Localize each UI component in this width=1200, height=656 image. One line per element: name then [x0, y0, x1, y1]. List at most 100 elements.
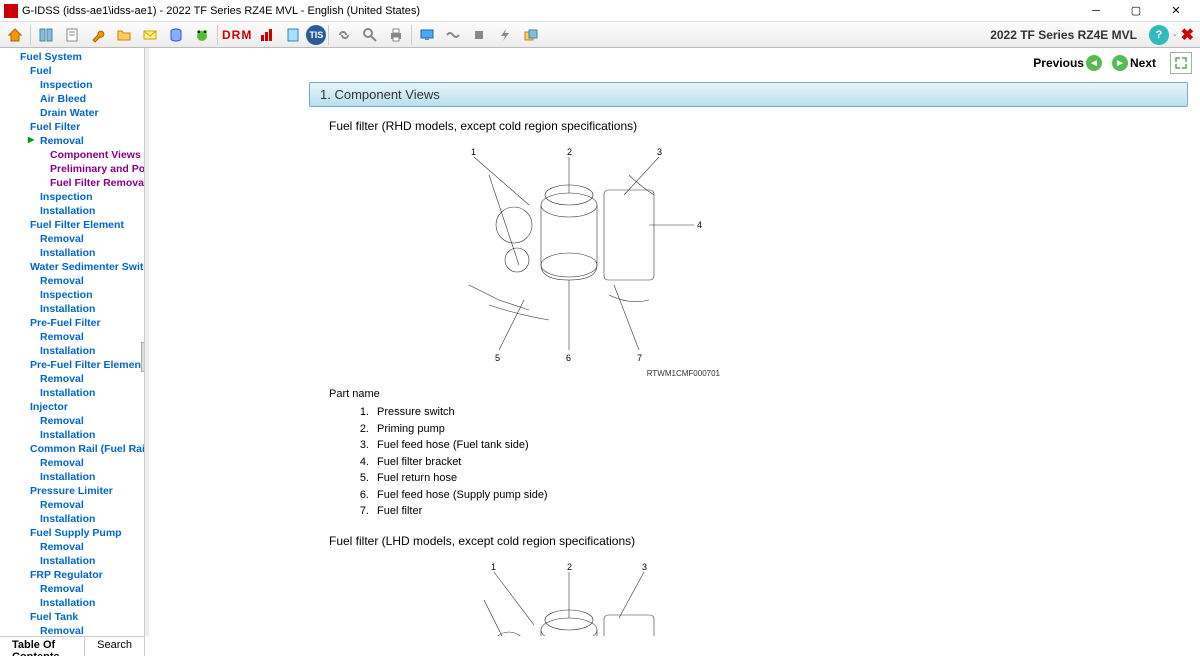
print-icon[interactable]: [384, 24, 408, 46]
doc-icon[interactable]: [60, 24, 84, 46]
tree-item[interactable]: Drain Water: [0, 106, 144, 120]
tree-item[interactable]: Fuel: [0, 64, 144, 78]
maximize-button[interactable]: ▢: [1116, 1, 1156, 21]
tree-item[interactable]: Fuel System: [0, 50, 144, 64]
tree-item[interactable]: Fuel Supply Pump: [0, 526, 144, 540]
tab-toc[interactable]: Table Of Contents: [0, 637, 85, 656]
close-doc-icon[interactable]: ✖: [1181, 25, 1194, 45]
tree-item[interactable]: Pressure Limiter: [0, 484, 144, 498]
tree-item[interactable]: Removal: [0, 540, 144, 554]
tree-item[interactable]: Removal: [0, 372, 144, 386]
tree-item[interactable]: Installation: [0, 428, 144, 442]
home-icon[interactable]: [3, 24, 27, 46]
tree-item[interactable]: Common Rail (Fuel Rail): [0, 442, 144, 456]
tree-item[interactable]: Installation: [0, 246, 144, 260]
drm-label[interactable]: DRM: [222, 28, 252, 42]
toolbar: DRM TIS 2022 TF Series RZ4E MVL ? - ✖: [0, 22, 1200, 48]
tis-icon[interactable]: TIS: [306, 25, 326, 45]
svg-text:6: 6: [566, 353, 571, 363]
note-icon[interactable]: [281, 24, 305, 46]
connect-icon[interactable]: [441, 24, 465, 46]
arrow-right-icon: ►: [1112, 55, 1128, 71]
part-item: Priming pump: [349, 421, 1160, 438]
splitter-handle[interactable]: [141, 342, 145, 372]
separator-dash: -: [1173, 29, 1177, 41]
frog-icon[interactable]: [190, 24, 214, 46]
tree-item[interactable]: Water Sedimenter Switch: [0, 260, 144, 274]
diagram-1: 1 2 3 4 5 6 7: [429, 145, 709, 365]
tree-item[interactable]: Removal: [0, 232, 144, 246]
minimize-button[interactable]: ─: [1076, 1, 1116, 21]
plug-icon[interactable]: [467, 24, 491, 46]
tree-item[interactable]: Component Views: [0, 148, 144, 162]
tree-item[interactable]: Pre-Fuel Filter Element: [0, 358, 144, 372]
titlebar-text: G-IDSS (idss-ae1\idss-ae1) - 2022 TF Ser…: [22, 5, 1076, 17]
previous-label: Previous: [1033, 56, 1084, 70]
expand-icon[interactable]: [1170, 52, 1192, 74]
next-button[interactable]: ► Next: [1108, 52, 1160, 74]
tree-item[interactable]: Installation: [0, 470, 144, 484]
tree-item[interactable]: Inspection: [0, 78, 144, 92]
db-icon[interactable]: [164, 24, 188, 46]
window-controls: ─ ▢ ✕: [1076, 1, 1196, 21]
tree-item[interactable]: Fuel Filter Removal: [0, 176, 144, 190]
separator: [411, 25, 412, 45]
svg-text:3: 3: [657, 147, 662, 157]
flash-icon[interactable]: [493, 24, 517, 46]
tree-item[interactable]: Removal: [0, 134, 144, 148]
help-icon[interactable]: ?: [1149, 25, 1169, 45]
tree-item[interactable]: Removal: [0, 582, 144, 596]
svg-text:7: 7: [637, 353, 642, 363]
tree-item[interactable]: Installation: [0, 204, 144, 218]
arrow-left-icon: ◄: [1086, 55, 1102, 71]
close-button[interactable]: ✕: [1156, 1, 1196, 21]
monitor-icon[interactable]: [415, 24, 439, 46]
part-item: Fuel return hose: [349, 470, 1160, 487]
part-item: Fuel feed hose (Fuel tank side): [349, 437, 1160, 454]
tree-item[interactable]: Inspection: [0, 288, 144, 302]
separator: [30, 25, 31, 45]
tree-item[interactable]: Fuel Filter Element: [0, 218, 144, 232]
tree-item[interactable]: Air Bleed: [0, 92, 144, 106]
previous-button[interactable]: Previous ◄: [1029, 52, 1106, 74]
tree-item[interactable]: Removal: [0, 624, 144, 636]
folder-icon[interactable]: [112, 24, 136, 46]
tree-item[interactable]: Fuel Tank: [0, 610, 144, 624]
tree-item[interactable]: Installation: [0, 344, 144, 358]
tree-item[interactable]: Fuel Filter: [0, 120, 144, 134]
tree-item[interactable]: Installation: [0, 302, 144, 316]
doc-heading-2: Fuel filter (LHD models, except cold reg…: [329, 534, 1160, 548]
diagram-id: RTWM1CMF000701: [329, 369, 720, 378]
bottom-tabs: Table Of Contents Search: [0, 636, 145, 656]
svg-text:2: 2: [567, 147, 572, 157]
tree-item[interactable]: Installation: [0, 512, 144, 526]
tree-item[interactable]: Removal: [0, 330, 144, 344]
separator: [328, 25, 329, 45]
tree-item[interactable]: Removal: [0, 414, 144, 428]
tree: Fuel SystemFuelInspectionAir BleedDrain …: [0, 48, 144, 636]
tree-item[interactable]: Preliminary and Post: [0, 162, 144, 176]
cards-icon[interactable]: [519, 24, 543, 46]
tree-item[interactable]: Removal: [0, 456, 144, 470]
section-header: 1. Component Views: [309, 82, 1188, 107]
search-icon[interactable]: [358, 24, 382, 46]
link-icon[interactable]: [332, 24, 356, 46]
content: Previous ◄ ► Next 1. Component Views Fue…: [149, 48, 1200, 636]
tree-item[interactable]: Injector: [0, 400, 144, 414]
tree-item[interactable]: Removal: [0, 498, 144, 512]
tree-item[interactable]: Pre-Fuel Filter: [0, 316, 144, 330]
wrench-icon[interactable]: [86, 24, 110, 46]
tree-item[interactable]: Removal: [0, 274, 144, 288]
tree-item[interactable]: Installation: [0, 554, 144, 568]
svg-text:1: 1: [471, 147, 476, 157]
titlebar: G-IDSS (idss-ae1\idss-ae1) - 2022 TF Ser…: [0, 0, 1200, 22]
tree-item[interactable]: Inspection: [0, 190, 144, 204]
chart-icon[interactable]: [255, 24, 279, 46]
nav-back-icon[interactable]: [34, 24, 58, 46]
tab-search[interactable]: Search: [85, 637, 145, 656]
mail-icon[interactable]: [138, 24, 162, 46]
tree-item[interactable]: Installation: [0, 386, 144, 400]
tree-item[interactable]: Installation: [0, 596, 144, 610]
tree-item[interactable]: FRP Regulator: [0, 568, 144, 582]
part-item: Fuel feed hose (Supply pump side): [349, 487, 1160, 504]
